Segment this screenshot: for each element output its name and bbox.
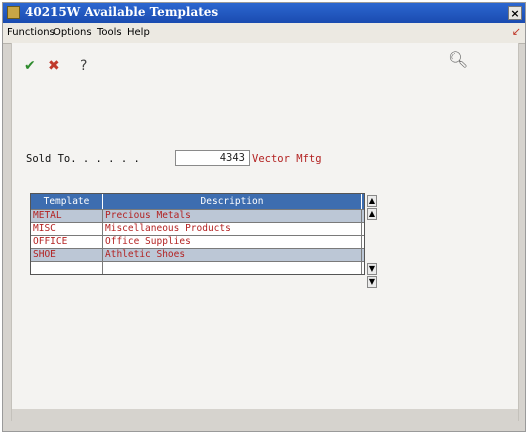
- scroll-down-button[interactable]: ▼: [367, 263, 377, 275]
- template-cell: SHOE: [31, 249, 103, 261]
- title-bar: 40215W Available Templates ×: [3, 3, 525, 23]
- description-cell: Athletic Shoes: [103, 249, 362, 261]
- template-cell: OFFICE: [31, 236, 103, 248]
- description-cell: Precious Metals: [103, 210, 362, 222]
- help-button[interactable]: ?: [80, 59, 87, 73]
- sold-to-field[interactable]: 4343: [175, 150, 250, 166]
- description-cell: [103, 262, 362, 274]
- description-cell: Miscellaneous Products: [103, 223, 362, 235]
- sold-to-name: Vector Mftg: [252, 153, 322, 165]
- grid-header: Template Description: [31, 194, 364, 209]
- scroll-bottom-button[interactable]: ▼: [367, 276, 377, 288]
- table-row[interactable]: OFFICE Office Supplies: [31, 235, 364, 248]
- search-icon: 🔍︎: [448, 50, 469, 69]
- sold-to-label: Sold To. . . . . .: [26, 153, 140, 165]
- table-row[interactable]: MISC Miscellaneous Products: [31, 222, 364, 235]
- description-cell: Office Supplies: [103, 236, 362, 248]
- form-content: ✔ ✖ ? 🔍︎ Sold To. . . . . . 4343 Vector …: [11, 43, 519, 421]
- check-icon: ✔: [24, 58, 36, 74]
- menu-help[interactable]: Help: [127, 27, 150, 38]
- menu-functions[interactable]: Functions: [7, 27, 55, 38]
- template-cell: MISC: [31, 223, 103, 235]
- window-title: 40215W Available Templates: [25, 5, 219, 19]
- table-row[interactable]: [31, 261, 364, 274]
- menu-bar: Functions Options Tools Help ↙: [3, 23, 525, 44]
- cancel-button[interactable]: ✖: [48, 59, 60, 73]
- toolbar: ✔ ✖ ? 🔍︎: [12, 43, 518, 89]
- search-button[interactable]: 🔍︎: [448, 50, 469, 69]
- table-row[interactable]: METAL Precious Metals: [31, 209, 364, 222]
- template-cell: [31, 262, 103, 274]
- column-header-description[interactable]: Description: [103, 194, 362, 209]
- templates-grid: Template Description METAL Precious Meta…: [30, 193, 365, 275]
- status-bar: [12, 409, 518, 421]
- scroll-top-button[interactable]: ▲: [367, 195, 377, 207]
- scroll-up-button[interactable]: ▲: [367, 208, 377, 220]
- ok-button[interactable]: ✔: [24, 59, 36, 73]
- column-header-template[interactable]: Template: [31, 194, 103, 209]
- menu-tools[interactable]: Tools: [97, 27, 122, 38]
- close-button[interactable]: ×: [508, 6, 522, 20]
- app-icon: [7, 6, 20, 19]
- cancel-icon: ✖: [48, 58, 60, 74]
- table-row[interactable]: SHOE Athletic Shoes: [31, 248, 364, 261]
- template-cell: METAL: [31, 210, 103, 222]
- menu-options[interactable]: Options: [53, 27, 92, 38]
- resize-icon[interactable]: ↙: [512, 25, 521, 38]
- application-window: 40215W Available Templates × Functions O…: [2, 2, 526, 432]
